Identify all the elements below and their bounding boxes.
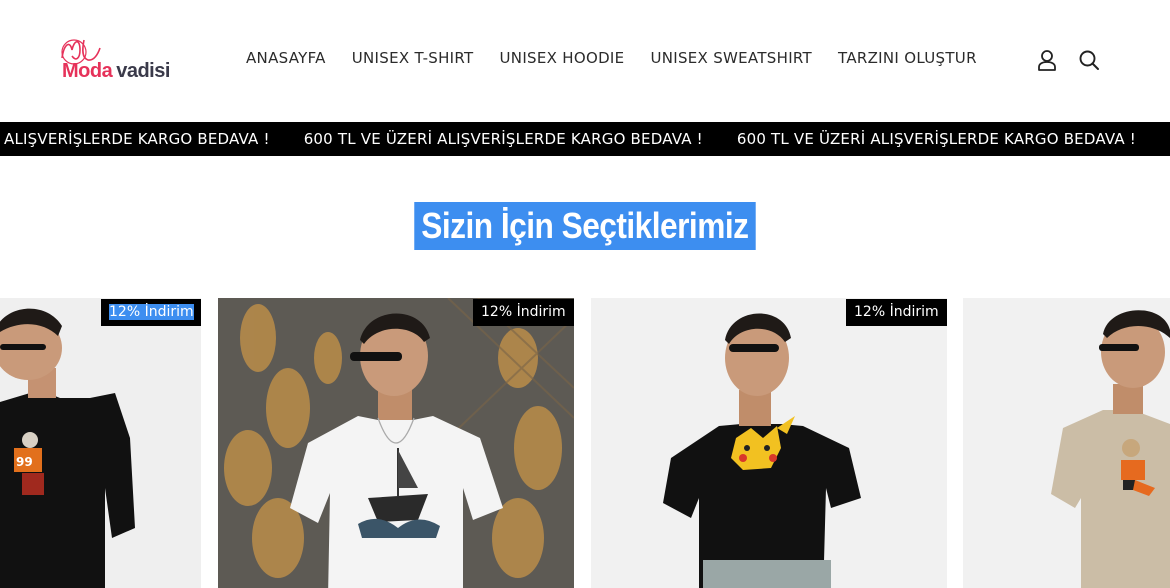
search-button[interactable]: [1078, 48, 1100, 72]
header-actions: [1036, 48, 1100, 72]
announcement-bar: ALIŞVERİŞLERDE KARGO BEDAVA ! 600 TL VE …: [0, 122, 1170, 156]
nav-item-unisex-tshirt[interactable]: UNISEX T-SHIRT: [339, 47, 487, 69]
logo-brand-part1: Moda: [62, 60, 113, 82]
product-image: [963, 298, 1170, 588]
account-button[interactable]: [1036, 48, 1058, 72]
search-icon: [1079, 50, 1099, 70]
site-header: Moda vadisi ANASAYFA UNISEX T-SHIRT UNISE…: [0, 0, 1170, 122]
section-title: Sizin İçin Seçtiklerimiz: [414, 202, 756, 250]
product-card[interactable]: 99 12% İndirim: [0, 298, 201, 588]
product-card[interactable]: 12% İndirim: [218, 298, 574, 588]
nav-item-tarzini-olustur[interactable]: TARZINI OLUŞTUR: [825, 47, 990, 69]
product-image: 99: [0, 298, 201, 588]
nav-item-anasayfa[interactable]: ANASAYFA: [233, 47, 339, 69]
discount-badge-text: 12% İndirim: [109, 304, 194, 320]
product-image: [218, 298, 574, 588]
discount-badge: 12% İndirim: [473, 299, 574, 326]
main-navigation: ANASAYFA UNISEX T-SHIRT UNISEX HOODIE UN…: [233, 47, 990, 69]
site-logo[interactable]: Moda vadisi: [58, 36, 188, 86]
svg-text:99: 99: [16, 455, 33, 469]
discount-badge: 12% İndirim: [846, 299, 947, 326]
logo-wordmark: Moda vadisi: [62, 60, 170, 83]
announcement-item: 600 TL VE ÜZERİ ALIŞVERİŞLERDE KARGO BED…: [736, 130, 1136, 148]
announcement-track: ALIŞVERİŞLERDE KARGO BEDAVA ! 600 TL VE …: [4, 122, 1170, 156]
logo-brand-part2: vadisi: [116, 60, 170, 82]
discount-badge: 12% İndirim: [101, 299, 201, 326]
announcement-item: ALIŞVERİŞLERDE KARGO BEDAVA !: [4, 130, 270, 148]
product-card[interactable]: [963, 298, 1170, 588]
user-icon: [1038, 50, 1056, 71]
product-image: [591, 298, 947, 588]
announcement-item: 600 TL VE ÜZERİ ALIŞVERİŞLERDE KARGO BED…: [303, 130, 703, 148]
section-header: Sizin İçin Seçtiklerimiz: [0, 202, 1170, 250]
nav-item-unisex-hoodie[interactable]: UNISEX HOODIE: [487, 47, 638, 69]
product-card[interactable]: 12% İndirim: [591, 298, 947, 588]
nav-item-unisex-sweatshirt[interactable]: UNISEX SWEATSHIRT: [637, 47, 825, 69]
